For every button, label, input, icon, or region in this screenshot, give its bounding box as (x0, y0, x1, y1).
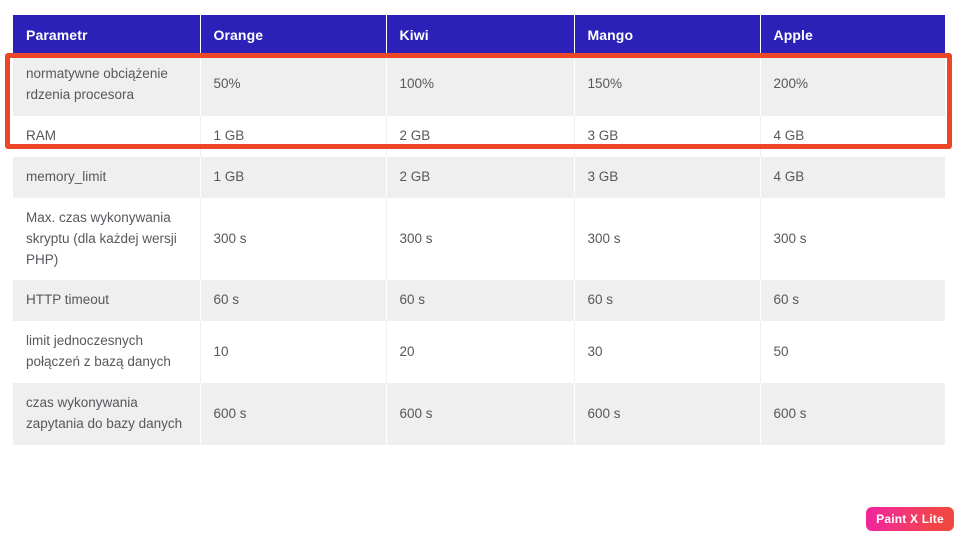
column-header-kiwi[interactable]: Kiwi (386, 15, 575, 54)
table-row: normatywne obciążenie rdzenia procesora … (13, 54, 945, 116)
hosting-parameters-table: Parametr Orange Kiwi Mango Apple normaty… (13, 15, 945, 446)
cell-parameter: HTTP timeout (13, 280, 201, 322)
cell-apple: 50 (760, 321, 945, 384)
cell-parameter: normatywne obciążenie rdzenia procesora (13, 54, 201, 116)
cell-kiwi: 2 GB (386, 156, 575, 198)
cell-orange: 300 s (200, 197, 387, 281)
column-header-orange[interactable]: Orange (200, 15, 387, 54)
cell-apple: 60 s (760, 280, 945, 322)
table-body: normatywne obciążenie rdzenia procesora … (13, 54, 945, 446)
cell-orange: 1 GB (200, 156, 387, 198)
table-row: RAM 1 GB 2 GB 3 GB 4 GB (13, 115, 945, 157)
table-header-row: Parametr Orange Kiwi Mango Apple (13, 15, 945, 54)
column-header-parametr[interactable]: Parametr (13, 15, 201, 54)
cell-orange: 50% (200, 54, 387, 116)
cell-parameter: limit jednoczesnych połączeń z bazą dany… (13, 321, 201, 384)
table-header: Parametr Orange Kiwi Mango Apple (13, 15, 945, 54)
cell-mango: 60 s (574, 280, 761, 322)
cell-kiwi: 20 (386, 321, 575, 384)
cell-parameter: czas wykonywania zapytania do bazy danyc… (13, 383, 201, 446)
table-row: limit jednoczesnych połączeń z bazą dany… (13, 321, 945, 384)
cell-kiwi: 600 s (386, 383, 575, 446)
cell-orange: 10 (200, 321, 387, 384)
cell-mango: 150% (574, 54, 761, 116)
cell-kiwi: 60 s (386, 280, 575, 322)
cell-apple: 200% (760, 54, 945, 116)
cell-orange: 60 s (200, 280, 387, 322)
cell-parameter: RAM (13, 115, 201, 157)
cell-kiwi: 2 GB (386, 115, 575, 157)
cell-orange: 600 s (200, 383, 387, 446)
cell-apple: 4 GB (760, 115, 945, 157)
cell-mango: 30 (574, 321, 761, 384)
cell-parameter: Max. czas wykonywania skryptu (dla każde… (13, 197, 201, 281)
cell-mango: 600 s (574, 383, 761, 446)
column-header-mango[interactable]: Mango (574, 15, 761, 54)
spec-table-container: Parametr Orange Kiwi Mango Apple normaty… (13, 15, 945, 446)
cell-apple: 600 s (760, 383, 945, 446)
screenshot-root: Parametr Orange Kiwi Mango Apple normaty… (0, 0, 964, 544)
paint-x-lite-watermark: Paint X Lite (866, 507, 954, 531)
cell-mango: 3 GB (574, 156, 761, 198)
table-row: czas wykonywania zapytania do bazy danyc… (13, 383, 945, 446)
cell-mango: 3 GB (574, 115, 761, 157)
cell-apple: 300 s (760, 197, 945, 281)
cell-kiwi: 300 s (386, 197, 575, 281)
cell-apple: 4 GB (760, 156, 945, 198)
cell-parameter: memory_limit (13, 156, 201, 198)
cell-kiwi: 100% (386, 54, 575, 116)
table-row: memory_limit 1 GB 2 GB 3 GB 4 GB (13, 156, 945, 198)
table-row: HTTP timeout 60 s 60 s 60 s 60 s (13, 280, 945, 322)
cell-orange: 1 GB (200, 115, 387, 157)
column-header-apple[interactable]: Apple (760, 15, 945, 54)
cell-mango: 300 s (574, 197, 761, 281)
table-row: Max. czas wykonywania skryptu (dla każde… (13, 197, 945, 281)
